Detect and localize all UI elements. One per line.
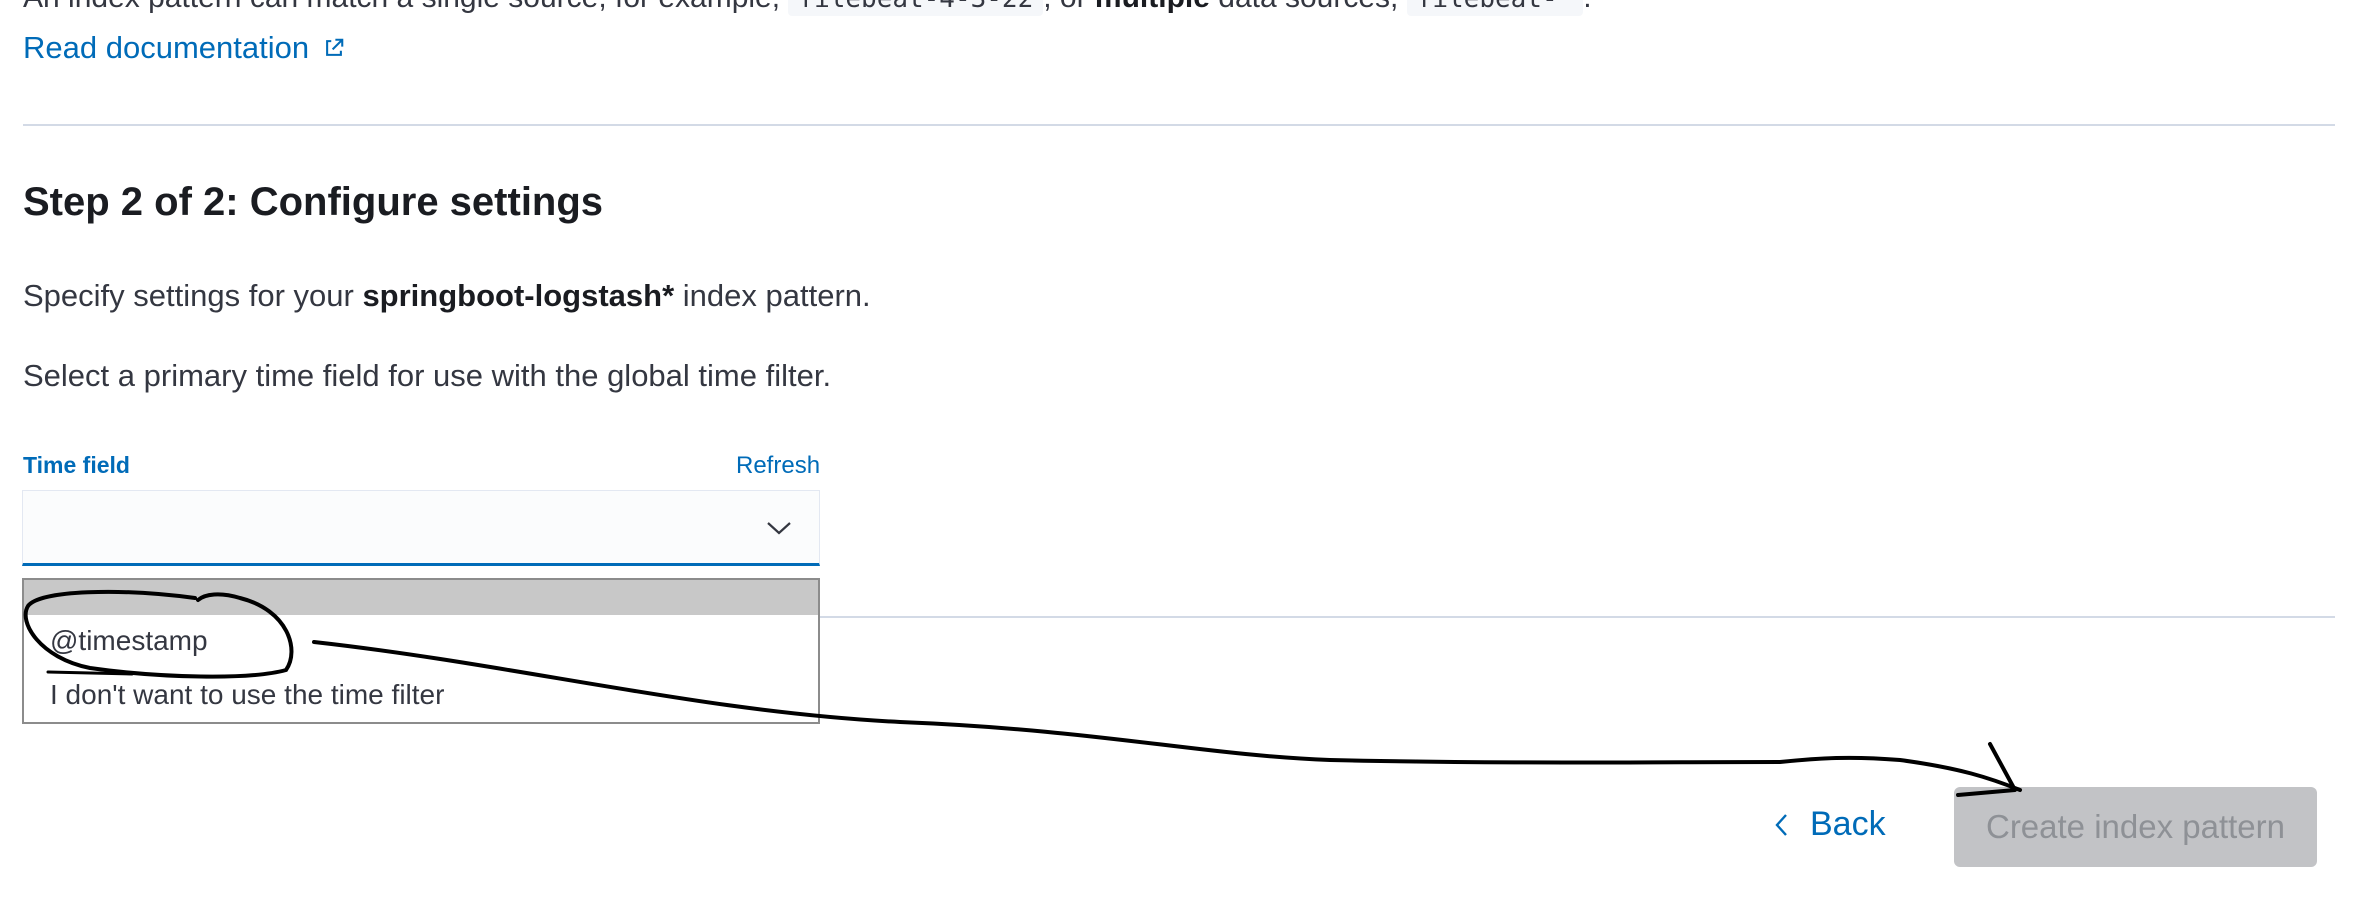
index-pattern-description: Specify settings for your springboot-log…	[23, 278, 871, 314]
external-link-icon	[326, 38, 344, 56]
code-example-single: filebeat-4-3-22	[788, 0, 1044, 16]
intro-bold-word: multiple	[1095, 0, 1210, 14]
description-text: Specify settings for your	[23, 278, 363, 313]
back-button[interactable]: Back	[1772, 805, 1886, 844]
back-button-label: Back	[1810, 805, 1886, 843]
option-no-time-filter[interactable]: I don't want to use the time filter	[24, 668, 818, 722]
create-index-pattern-button[interactable]: Create index pattern	[1954, 787, 2317, 867]
time-field-dropdown-list: @timestamp I don't want to use the time …	[22, 578, 820, 724]
refresh-link[interactable]: Refresh	[736, 452, 820, 480]
step-title: Step 2 of 2: Configure settings	[23, 180, 604, 224]
description-text: index pattern.	[674, 278, 871, 313]
intro-text-part: , or	[1043, 0, 1095, 14]
time-field-select[interactable]	[22, 490, 820, 566]
annotation-overlay	[23, 589, 2022, 797]
intro-text-part: An index pattern can match a single sour…	[23, 0, 788, 14]
read-documentation-label: Read documentation	[23, 30, 310, 65]
section-divider-top	[23, 124, 2335, 126]
code-example-multiple: filebeat-*	[1406, 0, 1584, 16]
intro-text: An index pattern can match a single sour…	[23, 0, 1592, 19]
chevron-down-icon	[767, 522, 791, 535]
read-documentation-link[interactable]: Read documentation	[23, 30, 345, 66]
intro-text-part: .	[1583, 0, 1591, 14]
time-field-label: Time field	[23, 452, 130, 478]
index-pattern-name: springboot-logstash*	[362, 278, 675, 313]
chevron-left-icon	[1775, 813, 1787, 836]
time-filter-description: Select a primary time field for use with…	[23, 358, 832, 393]
option-blank[interactable]	[24, 580, 818, 615]
option-timestamp[interactable]: @timestamp	[24, 615, 818, 667]
intro-text-part: data sources,	[1210, 0, 1407, 14]
